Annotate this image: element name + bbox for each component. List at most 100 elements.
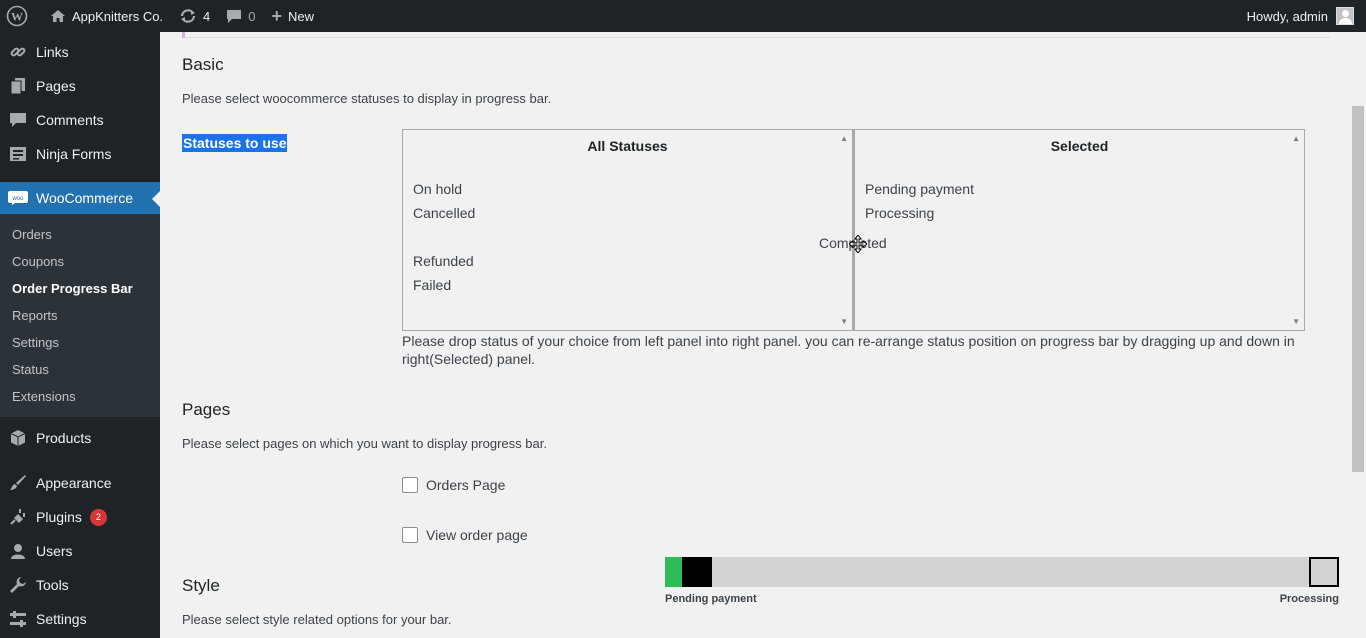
progress-segment-done: [665, 557, 682, 587]
menu-ninja-forms-label: Ninja Forms: [36, 146, 112, 162]
menu-links-label: Links: [36, 44, 69, 60]
menu-links[interactable]: Links: [0, 35, 160, 69]
plus-icon: +: [271, 5, 283, 26]
status-item-cancelled[interactable]: Cancelled: [413, 205, 475, 221]
menu-woocommerce-label: WooCommerce: [36, 190, 133, 206]
status-item-refunded[interactable]: Refunded: [413, 253, 474, 269]
menu-pages[interactable]: Pages: [0, 69, 160, 103]
progress-step-end: [1309, 557, 1339, 587]
basic-description: Please select woocommerce statuses to di…: [182, 91, 552, 106]
basic-heading: Basic: [182, 55, 224, 74]
menu-plugins-label: Plugins: [36, 509, 82, 525]
brush-icon: [8, 473, 28, 493]
comment-icon: [8, 110, 28, 130]
svg-text:W: W: [11, 10, 23, 24]
orders-page-label[interactable]: Orders Page: [426, 477, 505, 493]
menu-plugins[interactable]: Plugins 2: [0, 500, 160, 534]
menu-comments[interactable]: Comments: [0, 103, 160, 137]
wordpress-logo-icon: W: [6, 5, 28, 27]
submenu-reports[interactable]: Reports: [0, 302, 160, 329]
main-content: Basic Please select woocommerce statuses…: [160, 32, 1350, 638]
view-order-page-option[interactable]: View order page: [402, 527, 528, 543]
my-account-menu[interactable]: Howdy, admin: [1247, 7, 1366, 25]
menu-users-label: Users: [36, 543, 73, 559]
woocommerce-icon: woo: [8, 188, 28, 208]
menu-woocommerce[interactable]: woo WooCommerce: [0, 182, 160, 214]
link-icon: [8, 42, 28, 62]
menu-products-label: Products: [36, 430, 92, 446]
menu-ninja-forms[interactable]: Ninja Forms: [0, 137, 160, 171]
pages-icon: [8, 76, 28, 96]
settings-icon: [8, 609, 28, 629]
submenu-extensions[interactable]: Extensions: [0, 383, 160, 410]
all-statuses-panel[interactable]: All Statuses On hold Cancelled Refunded …: [402, 129, 853, 331]
status-item-on-hold[interactable]: On hold: [413, 181, 462, 197]
menu-comments-label: Comments: [36, 112, 104, 128]
view-order-page-checkbox[interactable]: [402, 527, 418, 543]
scroll-up-arrow-icon[interactable]: ▲: [1292, 134, 1300, 143]
submenu-settings[interactable]: Settings: [0, 329, 160, 356]
submenu-order-progress-bar[interactable]: Order Progress Bar: [0, 275, 160, 302]
pages-heading: Pages: [182, 400, 231, 419]
admin-sidebar: Links Pages Comments Ninja Forms woo Woo…: [0, 32, 160, 638]
submenu-orders[interactable]: Orders: [0, 221, 160, 248]
wrench-icon: [8, 575, 28, 595]
comments-count: 0: [248, 8, 256, 24]
menu-products[interactable]: Products: [0, 421, 160, 455]
new-label: New: [288, 8, 315, 24]
svg-text:woo: woo: [11, 196, 24, 202]
updates-menu[interactable]: 4: [171, 0, 218, 32]
comments-menu[interactable]: 0: [218, 0, 263, 32]
move-cursor-icon: [849, 235, 867, 253]
user-icon: [8, 541, 28, 561]
statuses-help-text: Please drop status of your choice from l…: [402, 333, 1295, 367]
menu-pages-label: Pages: [36, 78, 76, 94]
orders-page-option[interactable]: Orders Page: [402, 477, 505, 493]
menu-appearance[interactable]: Appearance: [0, 466, 160, 500]
selected-item-processing[interactable]: Processing: [865, 205, 934, 221]
howdy-text: Howdy, admin: [1246, 8, 1328, 24]
progress-start-label: Pending payment: [665, 593, 757, 605]
scroll-down-arrow-icon[interactable]: ▼: [1292, 317, 1300, 326]
menu-tools[interactable]: Tools: [0, 568, 160, 602]
progress-end-label: Processing: [1279, 593, 1339, 605]
box-icon: [8, 428, 28, 448]
home-icon: [50, 9, 66, 23]
selected-item-pending-payment[interactable]: Pending payment: [865, 181, 974, 197]
view-order-page-label[interactable]: View order page: [426, 527, 528, 543]
new-content-menu[interactable]: + New: [264, 0, 323, 32]
submenu-status[interactable]: Status: [0, 356, 160, 383]
comment-bubble-icon: [226, 9, 242, 24]
selected-statuses-panel[interactable]: Selected Pending payment Processing ▲ ▼: [853, 129, 1305, 331]
wp-logo-menu[interactable]: W: [0, 0, 36, 32]
updates-count: 4: [203, 8, 211, 24]
page-scrollbar[interactable]: [1350, 32, 1366, 638]
scroll-up-arrow-icon[interactable]: ▲: [840, 134, 848, 143]
top-divider: [182, 32, 1330, 38]
scrollbar-thumb[interactable]: [1352, 106, 1364, 472]
menu-settings[interactable]: Settings: [0, 602, 160, 636]
orders-page-checkbox[interactable]: [402, 477, 418, 493]
pages-description: Please select pages on which you want to…: [182, 436, 547, 451]
updates-icon: [179, 8, 197, 24]
scroll-down-arrow-icon[interactable]: ▼: [840, 317, 848, 326]
progress-step-current: [682, 557, 712, 587]
admin-bar: W AppKnitters Co. 4 0 + New Howdy, admin: [0, 0, 1366, 32]
menu-settings-label: Settings: [36, 611, 87, 627]
site-name: AppKnitters Co.: [72, 8, 164, 24]
plug-icon: [8, 507, 28, 527]
site-name-menu[interactable]: AppKnitters Co.: [36, 0, 171, 32]
all-statuses-title: All Statuses: [587, 138, 668, 154]
submenu-coupons[interactable]: Coupons: [0, 248, 160, 275]
progress-bar-preview: [665, 557, 1339, 587]
style-description: Please select style related options for …: [182, 612, 452, 627]
menu-tools-label: Tools: [36, 577, 69, 593]
menu-appearance-label: Appearance: [36, 475, 112, 491]
selected-title: Selected: [1050, 138, 1109, 154]
menu-users[interactable]: Users: [0, 534, 160, 568]
status-item-failed[interactable]: Failed: [413, 277, 451, 293]
forms-icon: [8, 144, 28, 164]
plugins-update-badge: 2: [89, 508, 107, 526]
woocommerce-submenu: Orders Coupons Order Progress Bar Report…: [0, 214, 160, 417]
statuses-label: Statuses to use: [182, 134, 288, 152]
